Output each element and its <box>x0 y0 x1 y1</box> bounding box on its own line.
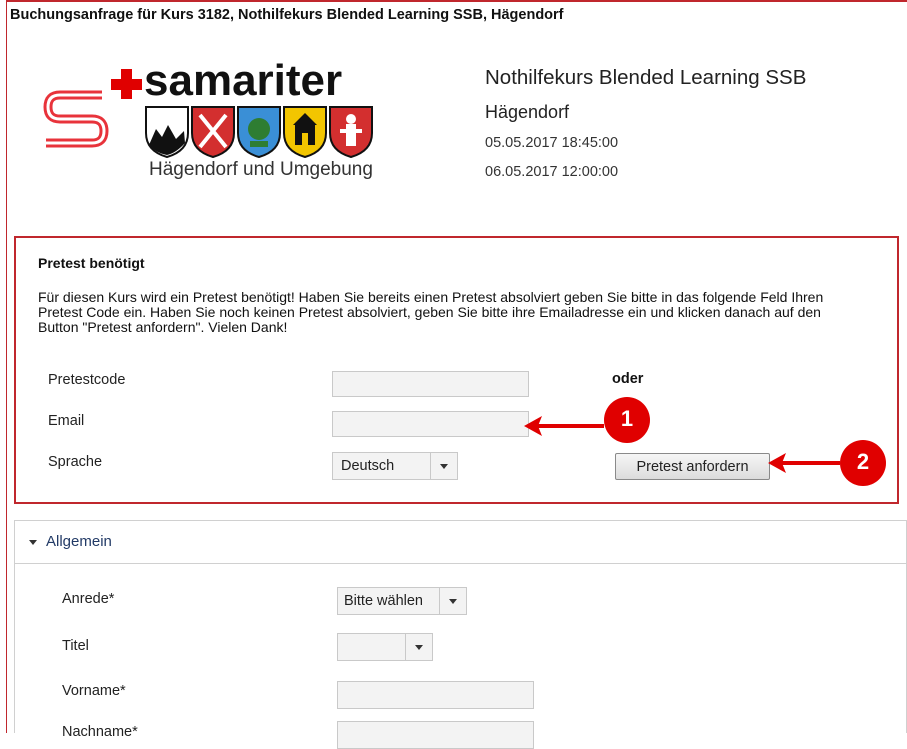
annotation-marker-2: 2 <box>840 440 886 486</box>
chevron-down-icon <box>415 645 423 650</box>
titel-label: Titel <box>62 638 89 654</box>
vorname-input[interactable] <box>337 681 534 709</box>
annotation-marker-1-number: 1 <box>620 406 634 431</box>
annotation-marker-1: 1 <box>604 397 650 443</box>
titel-select-toggle[interactable] <box>405 634 432 660</box>
anrede-select-toggle[interactable] <box>439 588 466 614</box>
allgemein-section: Allgemein Anrede* Bitte wählen Titel Vor… <box>14 520 907 749</box>
anrede-select-value: Bitte wählen <box>344 593 423 609</box>
chevron-down-icon <box>449 599 457 604</box>
nachname-label: Nachname* <box>62 724 138 740</box>
allgemein-section-title: Allgemein <box>46 533 112 550</box>
allgemein-section-header[interactable]: Allgemein <box>15 521 906 564</box>
vorname-label: Vorname* <box>62 683 126 699</box>
titel-select[interactable] <box>337 633 433 661</box>
nachname-input[interactable] <box>337 721 534 749</box>
anrede-select[interactable]: Bitte wählen <box>337 587 467 615</box>
annotation-marker-2-number: 2 <box>856 449 870 474</box>
caret-down-icon <box>29 540 37 545</box>
anrede-label: Anrede* <box>62 591 115 607</box>
